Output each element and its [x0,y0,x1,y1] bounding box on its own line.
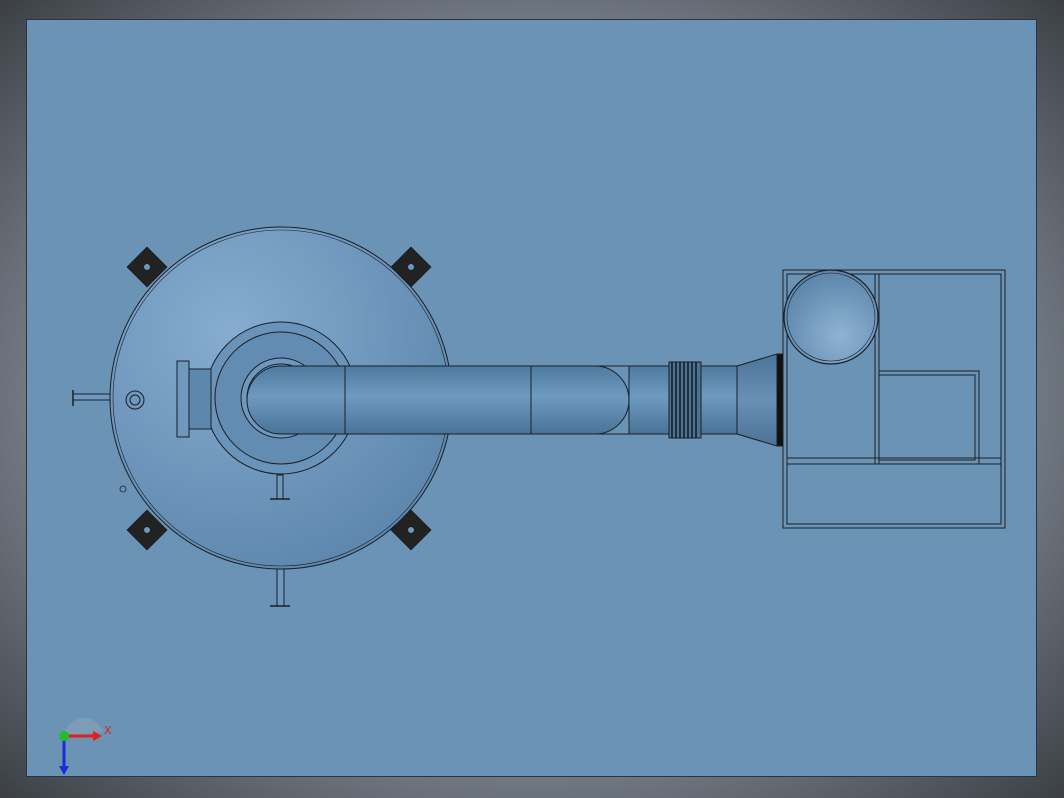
pipe-straight-2[interactable] [700,365,738,435]
pipeline[interactable] [246,353,784,447]
small-port[interactable] [125,390,145,410]
y-axis-dot [59,731,69,741]
bottom-nozzle[interactable] [270,567,290,607]
axis-triad [59,717,103,775]
pipe-elbow-inlet[interactable] [246,365,346,435]
inlet-flange[interactable] [776,353,784,447]
pipe-straight-1[interactable] [344,365,532,435]
left-nozzle[interactable] [72,390,112,406]
blower-housing[interactable] [782,269,1006,529]
cad-model-scene[interactable] [27,20,1038,778]
vessel-flange[interactable] [176,360,212,438]
reducer-transition[interactable] [736,353,778,447]
expansion-bellows[interactable] [668,361,702,439]
pipe-elbow-2[interactable] [530,365,630,435]
fan-inlet-cone[interactable] [783,269,879,365]
graphics-viewport[interactable]: X [26,19,1037,777]
pipe-connector[interactable] [628,365,670,435]
x-axis-label: X [104,724,112,737]
